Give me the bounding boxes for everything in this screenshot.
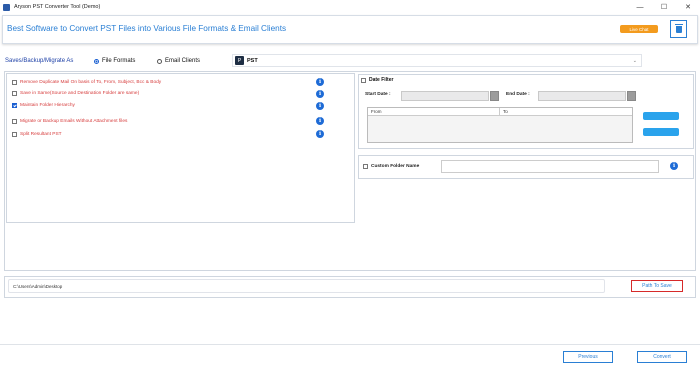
end-date-input[interactable] xyxy=(538,91,626,101)
email-clients-label: Email Clients xyxy=(165,58,201,64)
info-icon[interactable]: i xyxy=(316,130,324,138)
end-calendar-icon[interactable] xyxy=(627,91,636,101)
table-header: From To xyxy=(368,108,632,116)
custom-folder-input[interactable] xyxy=(441,160,659,173)
column-to: To xyxy=(503,109,508,114)
option-remove-duplicates[interactable]: Remove Duplicate Mail On basis of To, Fr… xyxy=(12,80,161,85)
previous-button[interactable]: Previous xyxy=(563,351,613,363)
start-calendar-icon[interactable] xyxy=(490,91,499,101)
checkbox-checked-icon xyxy=(12,103,17,108)
option-split-pst[interactable]: Split Resultant PST xyxy=(12,132,62,137)
chevron-down-icon: ⌄ xyxy=(632,58,637,64)
option-without-attachment[interactable]: Migrate or Backup Emails Without Attachm… xyxy=(12,119,127,124)
start-date-input[interactable] xyxy=(401,91,489,101)
close-icon[interactable]: ✕ xyxy=(676,0,700,14)
format-value: PST xyxy=(247,57,258,64)
remove-range-button[interactable] xyxy=(643,128,679,136)
email-clients-radio[interactable]: Email Clients xyxy=(157,58,200,64)
option-label: Save in Same(Source and Destination Fold… xyxy=(20,91,140,96)
delete-button[interactable] xyxy=(670,20,687,38)
date-filter-panel: Date Filter Start Date : End Date : From… xyxy=(358,74,694,149)
info-icon[interactable]: i xyxy=(316,102,324,110)
live-chat-button[interactable]: Live Chat xyxy=(620,25,658,33)
custom-folder-label: Custom Folder Name xyxy=(371,164,420,169)
date-range-table: From To xyxy=(367,107,633,143)
column-from: From xyxy=(368,108,500,115)
option-label: Maintain Folder Hierarchy xyxy=(20,103,75,108)
option-label: Split Resultant PST xyxy=(20,132,62,137)
page-title: Best Software to Convert PST Files into … xyxy=(7,24,287,33)
header-banner: Best Software to Convert PST Files into … xyxy=(2,15,698,44)
title-bar: Aryson PST Converter Tool (Demo) — ☐ ✕ xyxy=(0,0,700,14)
minimize-icon[interactable]: — xyxy=(628,0,652,14)
checkbox-icon xyxy=(363,164,368,169)
app-icon xyxy=(3,3,10,11)
option-label: Migrate or Backup Emails Without Attachm… xyxy=(20,119,128,124)
custom-folder-checkbox[interactable]: Custom Folder Name xyxy=(363,164,419,169)
info-icon[interactable]: i xyxy=(316,78,324,86)
path-to-save-button[interactable]: Path To Save xyxy=(631,280,683,292)
options-panel: Remove Duplicate Mail On basis of To, Fr… xyxy=(6,73,355,223)
trash-icon xyxy=(674,23,683,33)
radio-icon xyxy=(157,58,162,64)
date-filter-checkbox[interactable]: Date Filter xyxy=(361,77,393,83)
info-icon[interactable]: i xyxy=(670,162,678,170)
checkbox-icon xyxy=(361,77,366,83)
add-range-button[interactable] xyxy=(643,112,679,120)
file-formats-radio[interactable]: File Formats xyxy=(94,58,135,64)
outlook-pst-icon: P xyxy=(235,56,244,65)
start-date-label: Start Date : xyxy=(365,92,391,97)
window-title: Aryson PST Converter Tool (Demo) xyxy=(14,4,101,10)
checkbox-icon xyxy=(12,132,17,137)
end-date-label: End Date : xyxy=(506,92,530,97)
date-filter-label: Date Filter xyxy=(369,77,394,83)
option-save-same[interactable]: Save in Same(Source and Destination Fold… xyxy=(12,91,139,96)
file-formats-label: File Formats xyxy=(102,58,136,64)
info-icon[interactable]: i xyxy=(316,117,324,125)
window-controls: — ☐ ✕ xyxy=(628,0,700,14)
custom-folder-panel: Custom Folder Name i xyxy=(358,155,694,179)
save-as-label: Saves/Backup/Migrate As xyxy=(5,58,74,64)
maximize-icon[interactable]: ☐ xyxy=(652,0,676,14)
checkbox-icon xyxy=(12,91,17,96)
format-dropdown[interactable]: P PST ⌄ xyxy=(232,54,642,67)
footer-divider xyxy=(0,344,700,345)
convert-button[interactable]: Convert xyxy=(637,351,687,363)
radio-selected-icon xyxy=(94,58,99,64)
save-path-input[interactable]: C:\Users\Admin\Desktop xyxy=(8,279,605,293)
option-label: Remove Duplicate Mail On basis of To, Fr… xyxy=(20,80,162,85)
info-icon[interactable]: i xyxy=(316,90,324,98)
checkbox-icon xyxy=(12,119,17,124)
option-maintain-hierarchy[interactable]: Maintain Folder Hierarchy xyxy=(12,103,75,108)
checkbox-icon xyxy=(12,80,17,85)
